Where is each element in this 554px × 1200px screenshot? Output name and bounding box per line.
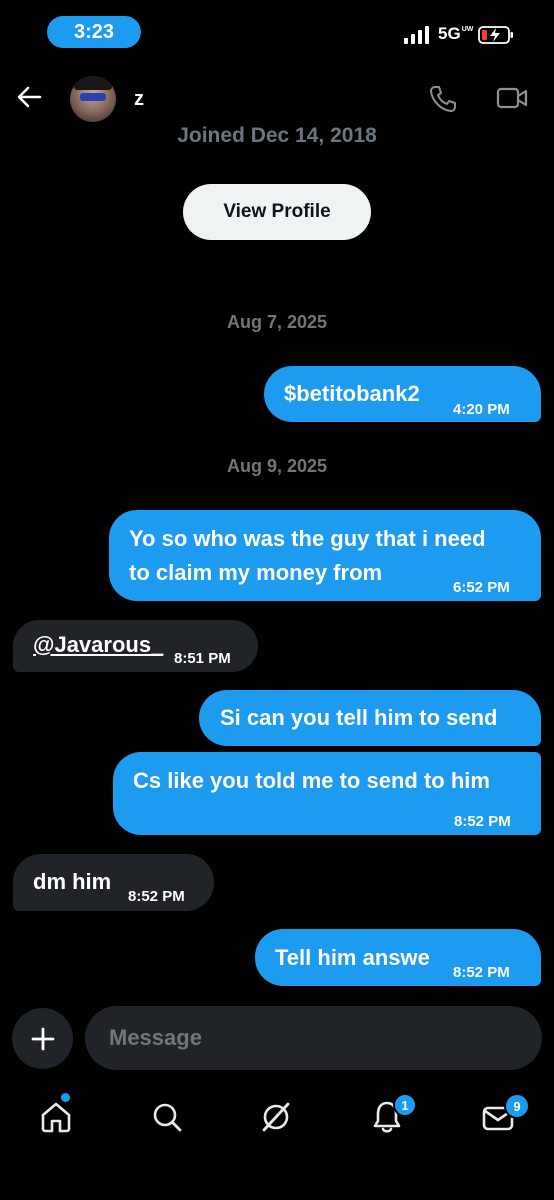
message-text: Yo so who was the guy that i need [129,526,486,551]
network-label: 5G [438,24,461,43]
view-profile-button[interactable]: View Profile [183,184,371,240]
date-separator: Aug 7, 2025 [226,312,328,332]
video-call-icon[interactable] [496,84,528,112]
avatar[interactable] [70,76,116,122]
message-time: 8:52 PM [454,813,511,830]
message-bubble[interactable]: Cs like you told me to send to him 8:52 … [113,752,541,835]
notifications-badge: 1 [393,1093,417,1117]
search-icon[interactable] [149,1099,185,1135]
signal-strength-icon [404,26,429,44]
date-separator: Aug 9, 2025 [226,456,328,476]
message-bubble[interactable]: dm him 8:52 PM [13,854,214,911]
conversation-username[interactable]: z [134,88,144,111]
attach-button[interactable] [12,1008,73,1069]
message-bubble[interactable]: Tell him answe 8:52 PM [255,929,541,986]
message-time: 4:20 PM [453,401,510,418]
message-bubble[interactable]: Si can you tell him to send [199,690,541,746]
messages-badge: 9 [504,1093,530,1119]
message-text: to claim my money from [129,560,383,585]
joined-date: Joined Dec 14, 2018 [177,124,377,147]
status-time: 3:23 [47,16,141,48]
message-time: 8:51 PM [174,650,231,667]
network-suffix: UW [461,26,474,33]
message-text: Si can you tell him to send [220,705,498,730]
message-input[interactable] [85,1006,542,1070]
home-unread-dot [61,1093,70,1102]
message-text: $betitobank2 [284,381,420,406]
message-bubble[interactable]: @Javarous_ 8:51 PM [13,620,258,672]
message-bubble[interactable]: $betitobank2 4:20 PM [264,366,541,422]
message-text: Cs like you told me to send to him [133,768,490,793]
message-time: 6:52 PM [453,579,510,596]
message-time: 8:52 PM [453,964,510,981]
plus-icon [31,1027,54,1050]
message-text: Tell him answe [275,945,430,970]
grok-icon[interactable] [258,1099,294,1135]
phone-call-icon[interactable] [428,84,458,114]
network-indicator: 5G UW [438,24,473,44]
back-arrow-icon[interactable] [14,82,44,112]
home-icon[interactable] [38,1099,74,1135]
message-text: dm him [33,869,112,894]
mention-link[interactable]: @Javarous_ [33,628,163,662]
battery-charging-icon [478,26,513,44]
message-bubble[interactable]: Yo so who was the guy that i need to cla… [109,510,541,601]
message-time: 8:52 PM [128,888,185,905]
